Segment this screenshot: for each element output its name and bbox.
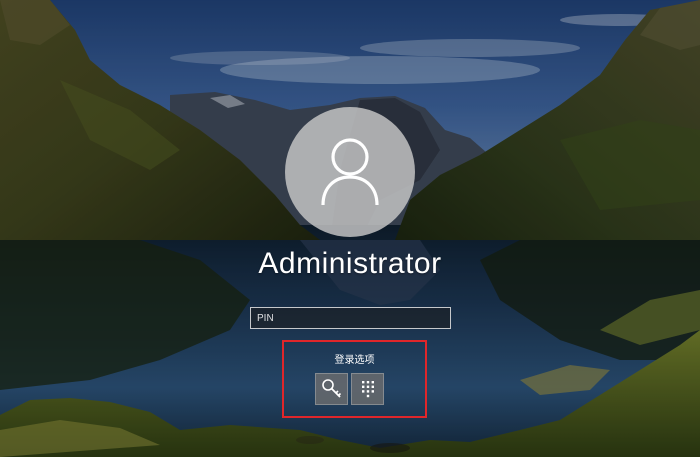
user-avatar	[285, 107, 415, 237]
pin-field-container	[250, 307, 451, 329]
pin-sign-in-button[interactable]	[351, 373, 384, 405]
keypad-icon	[361, 381, 374, 398]
user-icon	[321, 138, 379, 206]
pin-input[interactable]	[251, 308, 450, 328]
username-label: Administrator	[258, 247, 442, 280]
password-sign-in-button[interactable]	[315, 373, 348, 405]
lock-screen: Administrator 登录选项	[0, 0, 700, 457]
sign-in-options-label[interactable]: 登录选项	[284, 351, 425, 366]
key-icon	[321, 379, 341, 398]
sign-in-options-highlight: 登录选项	[282, 340, 427, 418]
